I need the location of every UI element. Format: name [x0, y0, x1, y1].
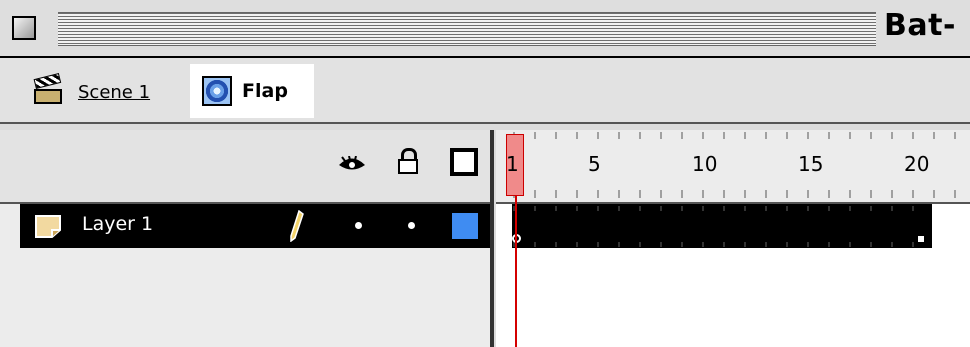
- breadcrumb-symbol[interactable]: Flap: [190, 64, 314, 118]
- close-box-icon[interactable]: [12, 16, 36, 40]
- frame-number-15: 15: [798, 152, 824, 176]
- clapperboard-icon: [33, 73, 64, 105]
- layer-header: [0, 130, 490, 204]
- layer-visibility-dot[interactable]: [355, 222, 362, 229]
- frame-number-10: 10: [692, 152, 718, 176]
- movie-clip-symbol-icon: [202, 76, 232, 106]
- title-bar-stripes: [58, 12, 876, 46]
- outline-icon[interactable]: [450, 148, 478, 176]
- ruler-ticks: [513, 132, 956, 198]
- timeline-ruler[interactable]: 1 5 10 15 20: [496, 130, 970, 204]
- layers-panel: Layer 1: [0, 204, 490, 347]
- eye-icon[interactable]: [338, 156, 366, 172]
- lock-icon[interactable]: [398, 148, 418, 174]
- frame-number-20: 20: [904, 152, 930, 176]
- window-title: Bat-: [884, 8, 956, 43]
- frame-span[interactable]: [512, 204, 932, 248]
- breadcrumb-scene[interactable]: Scene 1: [33, 73, 150, 108]
- edit-bar: Scene 1 Flap: [0, 58, 970, 124]
- playhead-line: [515, 196, 517, 347]
- end-frame-marker[interactable]: [916, 234, 926, 244]
- timeline-frames[interactable]: [496, 204, 970, 347]
- symbol-label: Flap: [242, 80, 288, 102]
- layer-page-icon: [35, 215, 61, 238]
- layer-row[interactable]: Layer 1: [20, 204, 490, 248]
- scene-link[interactable]: Scene 1: [78, 82, 150, 103]
- layer-lock-dot[interactable]: [408, 222, 415, 229]
- pencil-icon: [290, 210, 304, 242]
- layer-name[interactable]: Layer 1: [82, 213, 153, 235]
- frame-number-5: 5: [588, 152, 601, 176]
- panel-divider[interactable]: [490, 130, 494, 347]
- window-title-bar[interactable]: Bat-: [0, 0, 970, 58]
- layer-outline-color-swatch[interactable]: [452, 213, 478, 239]
- frame-number-1: 1: [506, 152, 519, 176]
